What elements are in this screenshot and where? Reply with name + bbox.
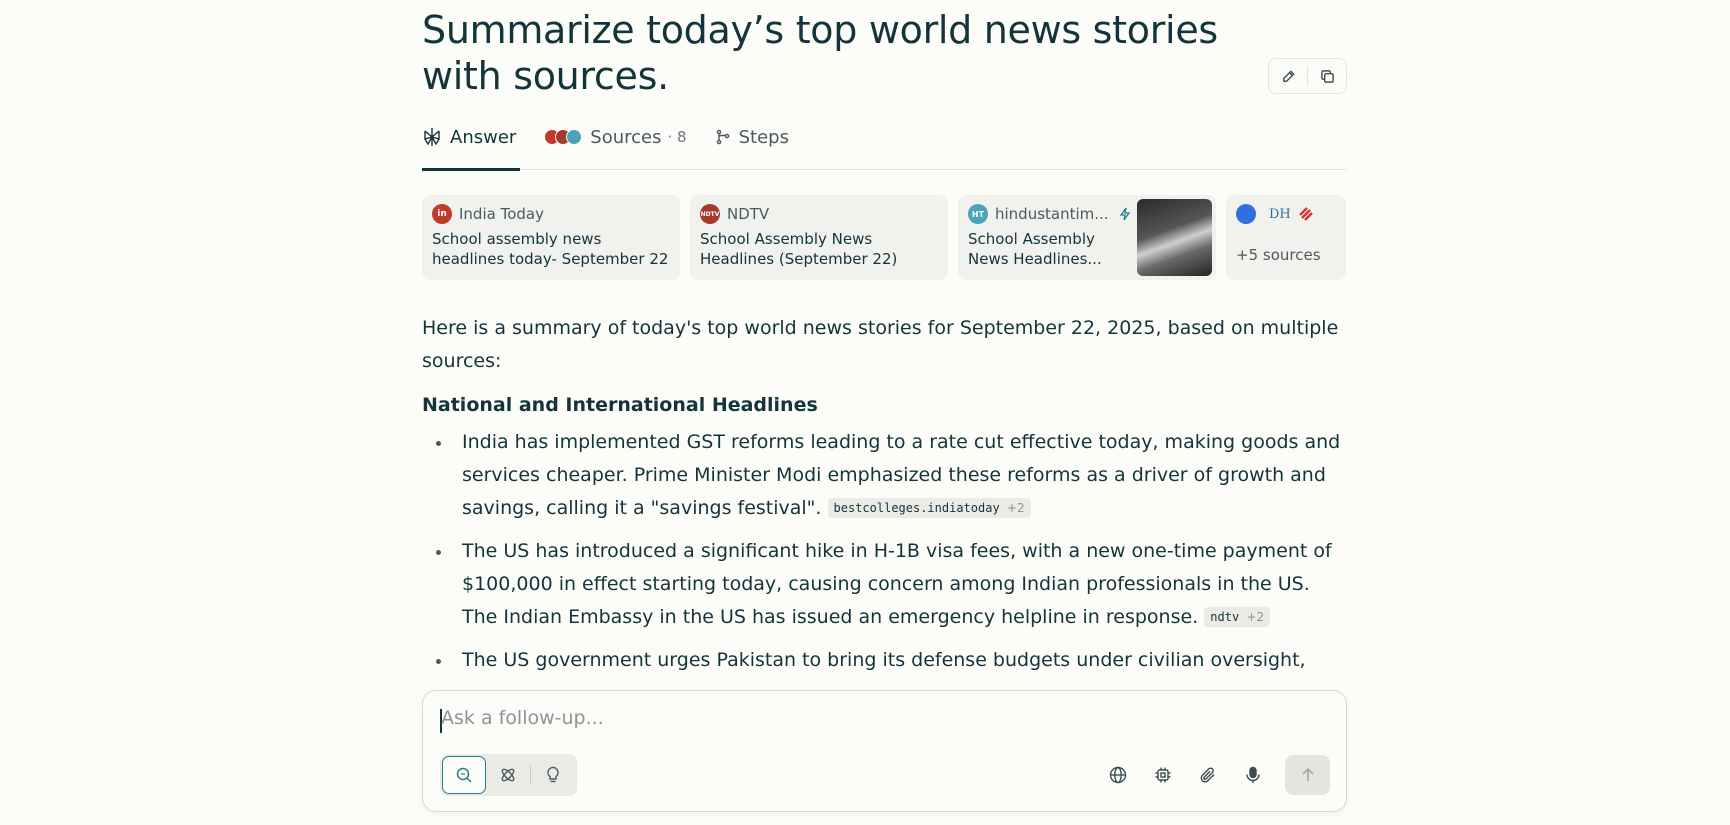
source-headline: School Assembly News Headlines (Septembe… <box>700 230 898 268</box>
tab-steps-label: Steps <box>738 126 789 148</box>
source-site: hindustantim... <box>995 205 1109 223</box>
follow-up-input[interactable]: Ask a follow-up... <box>441 707 604 729</box>
sources-count: · 8 <box>667 128 687 146</box>
submit-button[interactable] <box>1285 755 1330 795</box>
lightbulb-icon <box>547 766 559 783</box>
title-row: Summarize today’s top world news stories… <box>422 0 1347 99</box>
citation-more: +2 <box>1246 610 1265 624</box>
answer-intro: Here is a summary of today's top world n… <box>422 317 1339 372</box>
perplexity-logo-icon <box>422 127 442 147</box>
source-card[interactable]: in India Today School assembly news head… <box>422 195 680 280</box>
source-card[interactable]: NDTV NDTV School Assembly News Headlines… <box>690 195 948 280</box>
atom-icon <box>501 768 515 782</box>
composer-tools <box>1095 754 1330 796</box>
source-site: India Today <box>459 205 544 223</box>
ht-favicon-icon: HT <box>968 204 988 224</box>
source-favicon-icon <box>1236 204 1256 224</box>
list-item: The US has introduced a significant hike… <box>422 535 1347 634</box>
indian-express-icon <box>1298 207 1313 221</box>
headline-list: India has implemented GST reforms leadin… <box>422 426 1347 677</box>
edit-icon <box>1282 69 1295 82</box>
source-card-header: NDTV NDTV <box>700 204 938 224</box>
dh-logo-icon: DH <box>1269 206 1291 222</box>
sources-button[interactable] <box>1095 754 1140 796</box>
source-cards: in India Today School assembly news head… <box>422 195 1346 280</box>
section-heading: National and International Headlines <box>422 394 818 416</box>
mode-selector <box>440 754 577 796</box>
lightning-icon <box>1119 207 1130 221</box>
source-card[interactable]: HT hindustantim... School Assembly News … <box>958 195 1216 280</box>
source-favicons <box>544 129 583 145</box>
answer-body: Here is a summary of today's top world n… <box>422 312 1347 687</box>
page-title: Summarize today’s top world news stories… <box>422 8 1218 98</box>
citation-source: ndtv <box>1210 610 1240 624</box>
citation-more: +2 <box>1006 501 1025 515</box>
source-thumbnail <box>1137 199 1212 276</box>
attach-button[interactable] <box>1185 754 1230 796</box>
source-card-header: in India Today <box>432 204 670 224</box>
list-item: India has implemented GST reforms leadin… <box>422 426 1347 525</box>
tab-sources[interactable]: Sources · 8 <box>544 118 687 156</box>
ndtv-favicon-icon: NDTV <box>700 204 720 224</box>
source-site: NDTV <box>727 205 770 223</box>
search-icon <box>456 767 472 783</box>
paperclip-icon <box>1200 767 1214 783</box>
main-content: Summarize today’s top world news stories… <box>422 0 1347 671</box>
source-headline: School Assembly News Headlines... <box>968 230 1102 268</box>
list-item-text: The US government urges Pakistan to brin… <box>462 649 1306 671</box>
voice-button[interactable] <box>1230 754 1275 796</box>
cpu-icon <box>1155 767 1170 783</box>
tab-sources-label: Sources <box>590 126 662 148</box>
source-headline: School assembly news headlines today- Se… <box>432 230 669 268</box>
labs-mode-button[interactable] <box>531 756 575 794</box>
microphone-icon <box>1245 766 1260 783</box>
tab-answer[interactable]: Answer <box>422 118 521 171</box>
india-today-favicon-icon: in <box>432 204 452 224</box>
list-item-text: The US has introduced a significant hike… <box>462 540 1332 628</box>
follow-up-composer: Ask a follow-up... <box>422 690 1347 812</box>
result-tabs: Answer Sources · 8 Steps <box>422 118 1347 171</box>
citation-source: bestcolleges.indiatoday <box>833 501 1000 515</box>
steps-icon <box>715 129 731 145</box>
citation-chip[interactable]: bestcolleges.indiatoday +2 <box>827 498 1031 518</box>
edit-query-button[interactable] <box>1269 59 1307 93</box>
citation-chip[interactable]: ndtv +2 <box>1204 607 1271 627</box>
tab-answer-label: Answer <box>450 126 517 148</box>
copy-query-button[interactable] <box>1308 59 1346 93</box>
copy-icon <box>1320 69 1334 83</box>
research-mode-button[interactable] <box>486 756 530 794</box>
more-sources-label: +5 sources <box>1236 246 1321 264</box>
tab-steps[interactable]: Steps <box>715 118 789 156</box>
search-mode-button[interactable] <box>442 756 486 794</box>
globe-icon <box>1109 766 1126 784</box>
title-actions <box>1268 58 1347 94</box>
more-sources-card[interactable]: DH +5 sources <box>1226 195 1346 280</box>
model-button[interactable] <box>1140 754 1185 796</box>
arrow-up-icon <box>1301 767 1314 781</box>
more-source-icons: DH <box>1236 204 1336 224</box>
favicon-icon <box>566 129 583 145</box>
list-item: The US government urges Pakistan to brin… <box>422 644 1347 677</box>
